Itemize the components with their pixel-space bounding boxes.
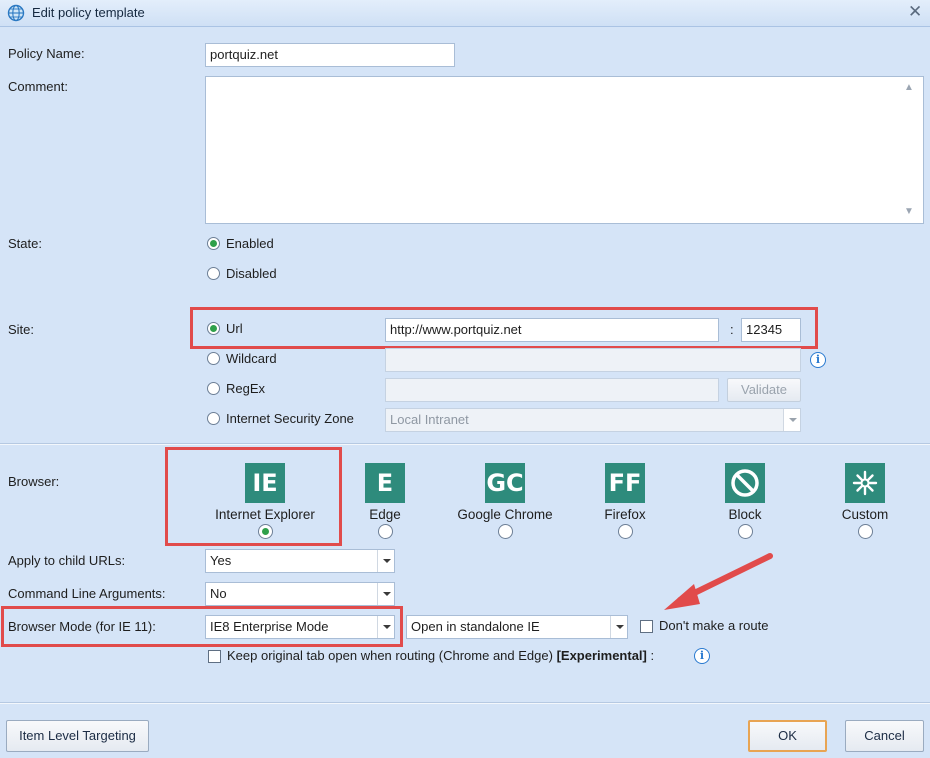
browser-chrome-label: Google Chrome <box>457 507 553 522</box>
block-icon[interactable] <box>725 463 765 503</box>
site-zone-value: Local Intranet <box>390 412 469 427</box>
site-regex-input[interactable] <box>385 378 719 402</box>
apply-child-select[interactable]: Yes <box>205 549 395 573</box>
globe-icon <box>7 4 25 22</box>
chevron-down-icon[interactable] <box>783 409 800 431</box>
cmd-args-value: No <box>210 586 227 601</box>
site-regex-label: RegEx <box>226 381 266 396</box>
chevron-down-icon[interactable] <box>610 616 627 638</box>
site-zone-select[interactable]: Local Intranet <box>385 408 801 432</box>
policy-name-input[interactable]: portquiz.net <box>205 43 455 67</box>
keep-tab-suffix: : <box>650 648 655 663</box>
keep-tab-checkbox[interactable] <box>208 650 221 663</box>
cmd-args-label: Command Line Arguments: <box>8 586 166 601</box>
chrome-tile-icon[interactable]: GC <box>485 463 525 503</box>
dont-route-checkbox[interactable] <box>640 620 653 633</box>
browser-block-label: Block <box>728 507 762 522</box>
footer-divider <box>0 702 930 704</box>
custom-icon[interactable] <box>845 463 885 503</box>
state-enabled-radio[interactable] <box>207 237 220 250</box>
comment-textarea[interactable] <box>205 76 924 224</box>
firefox-tile-icon[interactable]: FF <box>605 463 645 503</box>
comment-label: Comment: <box>8 79 68 94</box>
site-wildcard-radio[interactable] <box>207 352 220 365</box>
close-icon[interactable]: ✕ <box>908 2 922 22</box>
open-mode-value: Open in standalone IE <box>411 619 540 634</box>
site-zone-radio[interactable] <box>207 412 220 425</box>
experimental-label: [Experimental] <box>556 648 647 663</box>
keep-tab-text: Keep original tab open when routing (Chr… <box>227 648 654 663</box>
state-enabled-label: Enabled <box>226 236 274 251</box>
site-wildcard-label: Wildcard <box>226 351 277 366</box>
ok-button[interactable]: OK <box>748 720 827 752</box>
scroll-down-icon[interactable]: ▼ <box>904 206 914 217</box>
window-title: Edit policy template <box>32 5 145 20</box>
browser-chrome-radio[interactable] <box>498 524 513 539</box>
state-label: State: <box>8 236 42 251</box>
site-label: Site: <box>8 322 35 337</box>
item-level-targeting-button[interactable]: Item Level Targeting <box>6 720 149 752</box>
wildcard-info-icon[interactable]: i <box>810 352 826 368</box>
annotation-box-browser-mode <box>1 606 403 647</box>
annotation-box-browser <box>165 447 342 546</box>
keep-tab-info-icon[interactable]: i <box>694 648 710 664</box>
edge-tile-icon[interactable]: E <box>365 463 405 503</box>
apply-child-label: Apply to child URLs: <box>8 553 126 568</box>
chevron-down-icon[interactable] <box>377 550 394 572</box>
browser-firefox-label: Firefox <box>604 507 646 522</box>
state-disabled-label: Disabled <box>226 266 277 281</box>
browser-edge-radio[interactable] <box>378 524 393 539</box>
chevron-down-icon[interactable] <box>377 583 394 605</box>
dont-route-label: Don't make a route <box>659 618 769 633</box>
annotation-box-site <box>190 307 818 349</box>
policy-name-label: Policy Name: <box>8 46 85 61</box>
validate-button[interactable]: Validate <box>727 378 801 402</box>
browser-firefox-radio[interactable] <box>618 524 633 539</box>
scroll-up-icon[interactable]: ▲ <box>904 82 914 93</box>
annotation-arrow-icon <box>664 553 773 610</box>
cancel-button[interactable]: Cancel <box>845 720 924 752</box>
state-disabled-radio[interactable] <box>207 267 220 280</box>
cmd-args-select[interactable]: No <box>205 582 395 606</box>
keep-tab-label: Keep original tab open when routing (Chr… <box>227 648 553 663</box>
open-mode-select[interactable]: Open in standalone IE <box>406 615 628 639</box>
divider <box>0 443 930 445</box>
browser-label: Browser: <box>8 474 60 489</box>
site-zone-label: Internet Security Zone <box>226 411 354 426</box>
site-regex-radio[interactable] <box>207 382 220 395</box>
site-wildcard-input[interactable] <box>385 348 801 372</box>
browser-custom-label: Custom <box>841 507 889 522</box>
browser-custom-radio[interactable] <box>858 524 873 539</box>
browser-block-radio[interactable] <box>738 524 753 539</box>
apply-child-value: Yes <box>210 553 232 568</box>
